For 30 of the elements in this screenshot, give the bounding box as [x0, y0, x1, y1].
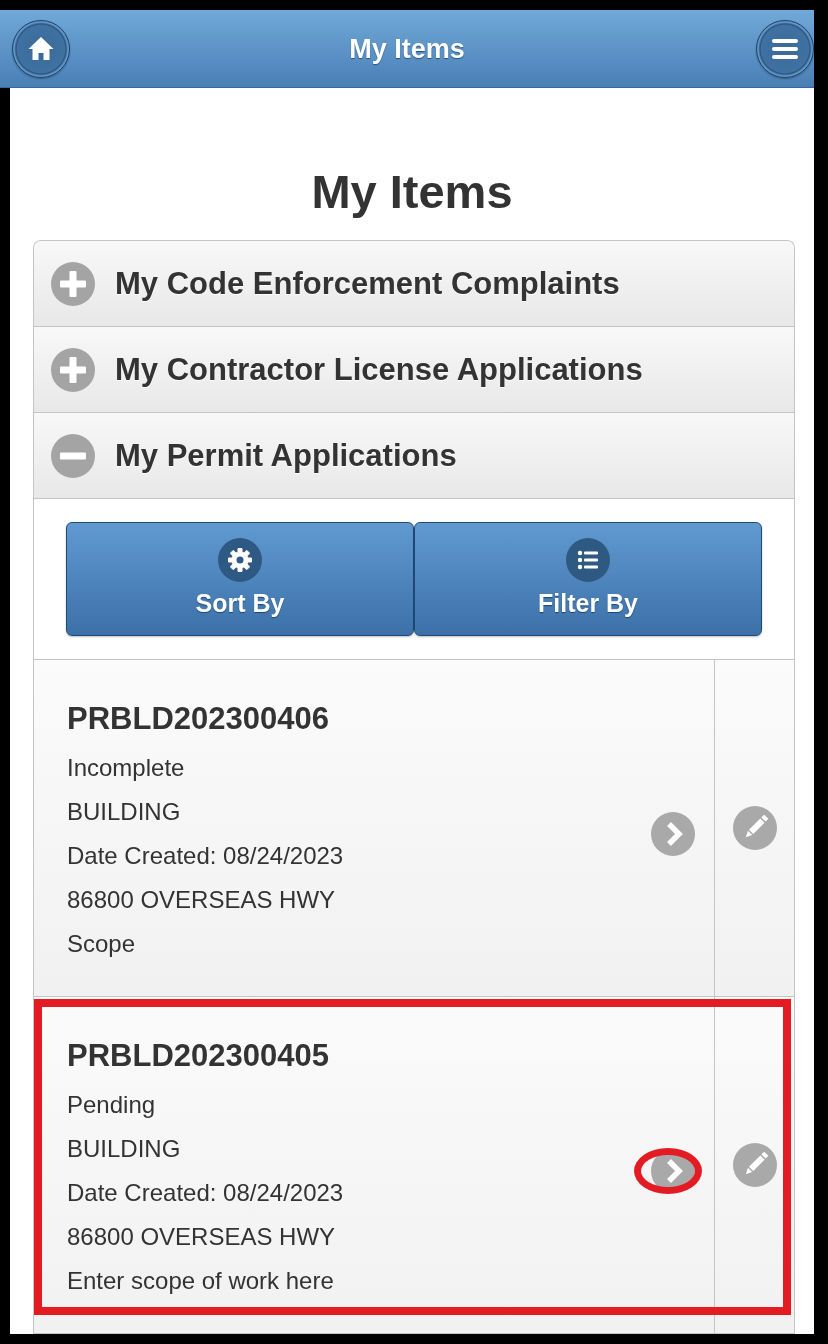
gear-icon: [218, 538, 262, 582]
item-date: Date Created: 08/24/2023: [67, 1178, 344, 1208]
item-address: 86800 OVERSEAS HWY: [67, 885, 336, 915]
page-title: My Items: [311, 164, 513, 220]
item-status: Pending: [67, 1090, 156, 1120]
home-icon: [28, 36, 54, 61]
home-button[interactable]: [12, 19, 70, 78]
chevron-right-icon: [651, 811, 695, 856]
sort-button[interactable]: Sort By: [66, 522, 414, 636]
section-header[interactable]: My Permit Applications: [34, 413, 794, 499]
filter-button[interactable]: Filter By: [414, 522, 762, 636]
item-type: BUILDING: [67, 797, 181, 827]
menu-icon: [772, 38, 798, 59]
item-number: PRBLD202300406: [67, 701, 329, 737]
item-address: 86800 OVERSEAS HWY: [67, 1222, 336, 1252]
item-link[interactable]: PRBLD202300405 Pending BUILDING Date Created: 08/24/2023 86800 OVERSEAS HWY Enter scope of work here: [34, 997, 714, 1333]
item-link[interactable]: PRBLD202300406 Incomplete BUILDING Date Created: 08/24/2023 86800 OVERSEAS HWY Scope: [34, 660, 714, 996]
list-icon: [566, 538, 610, 582]
section-header[interactable]: My Code Enforcement Complaints: [34, 241, 794, 327]
item-scope: Scope: [67, 929, 136, 959]
section-header[interactable]: My Contractor License Applications: [34, 327, 794, 413]
header-title: My Items: [349, 33, 465, 64]
item-scope: Enter scope of work here: [67, 1266, 334, 1296]
item-status: Incomplete: [67, 753, 185, 783]
pencil-icon: [732, 1143, 777, 1187]
pencil-icon: [732, 806, 777, 850]
menu-button[interactable]: [756, 19, 814, 78]
item-date: Date Created: 08/24/2023: [67, 841, 344, 871]
item-number: PRBLD202300405: [67, 1038, 329, 1074]
item-type: BUILDING: [67, 1134, 181, 1164]
